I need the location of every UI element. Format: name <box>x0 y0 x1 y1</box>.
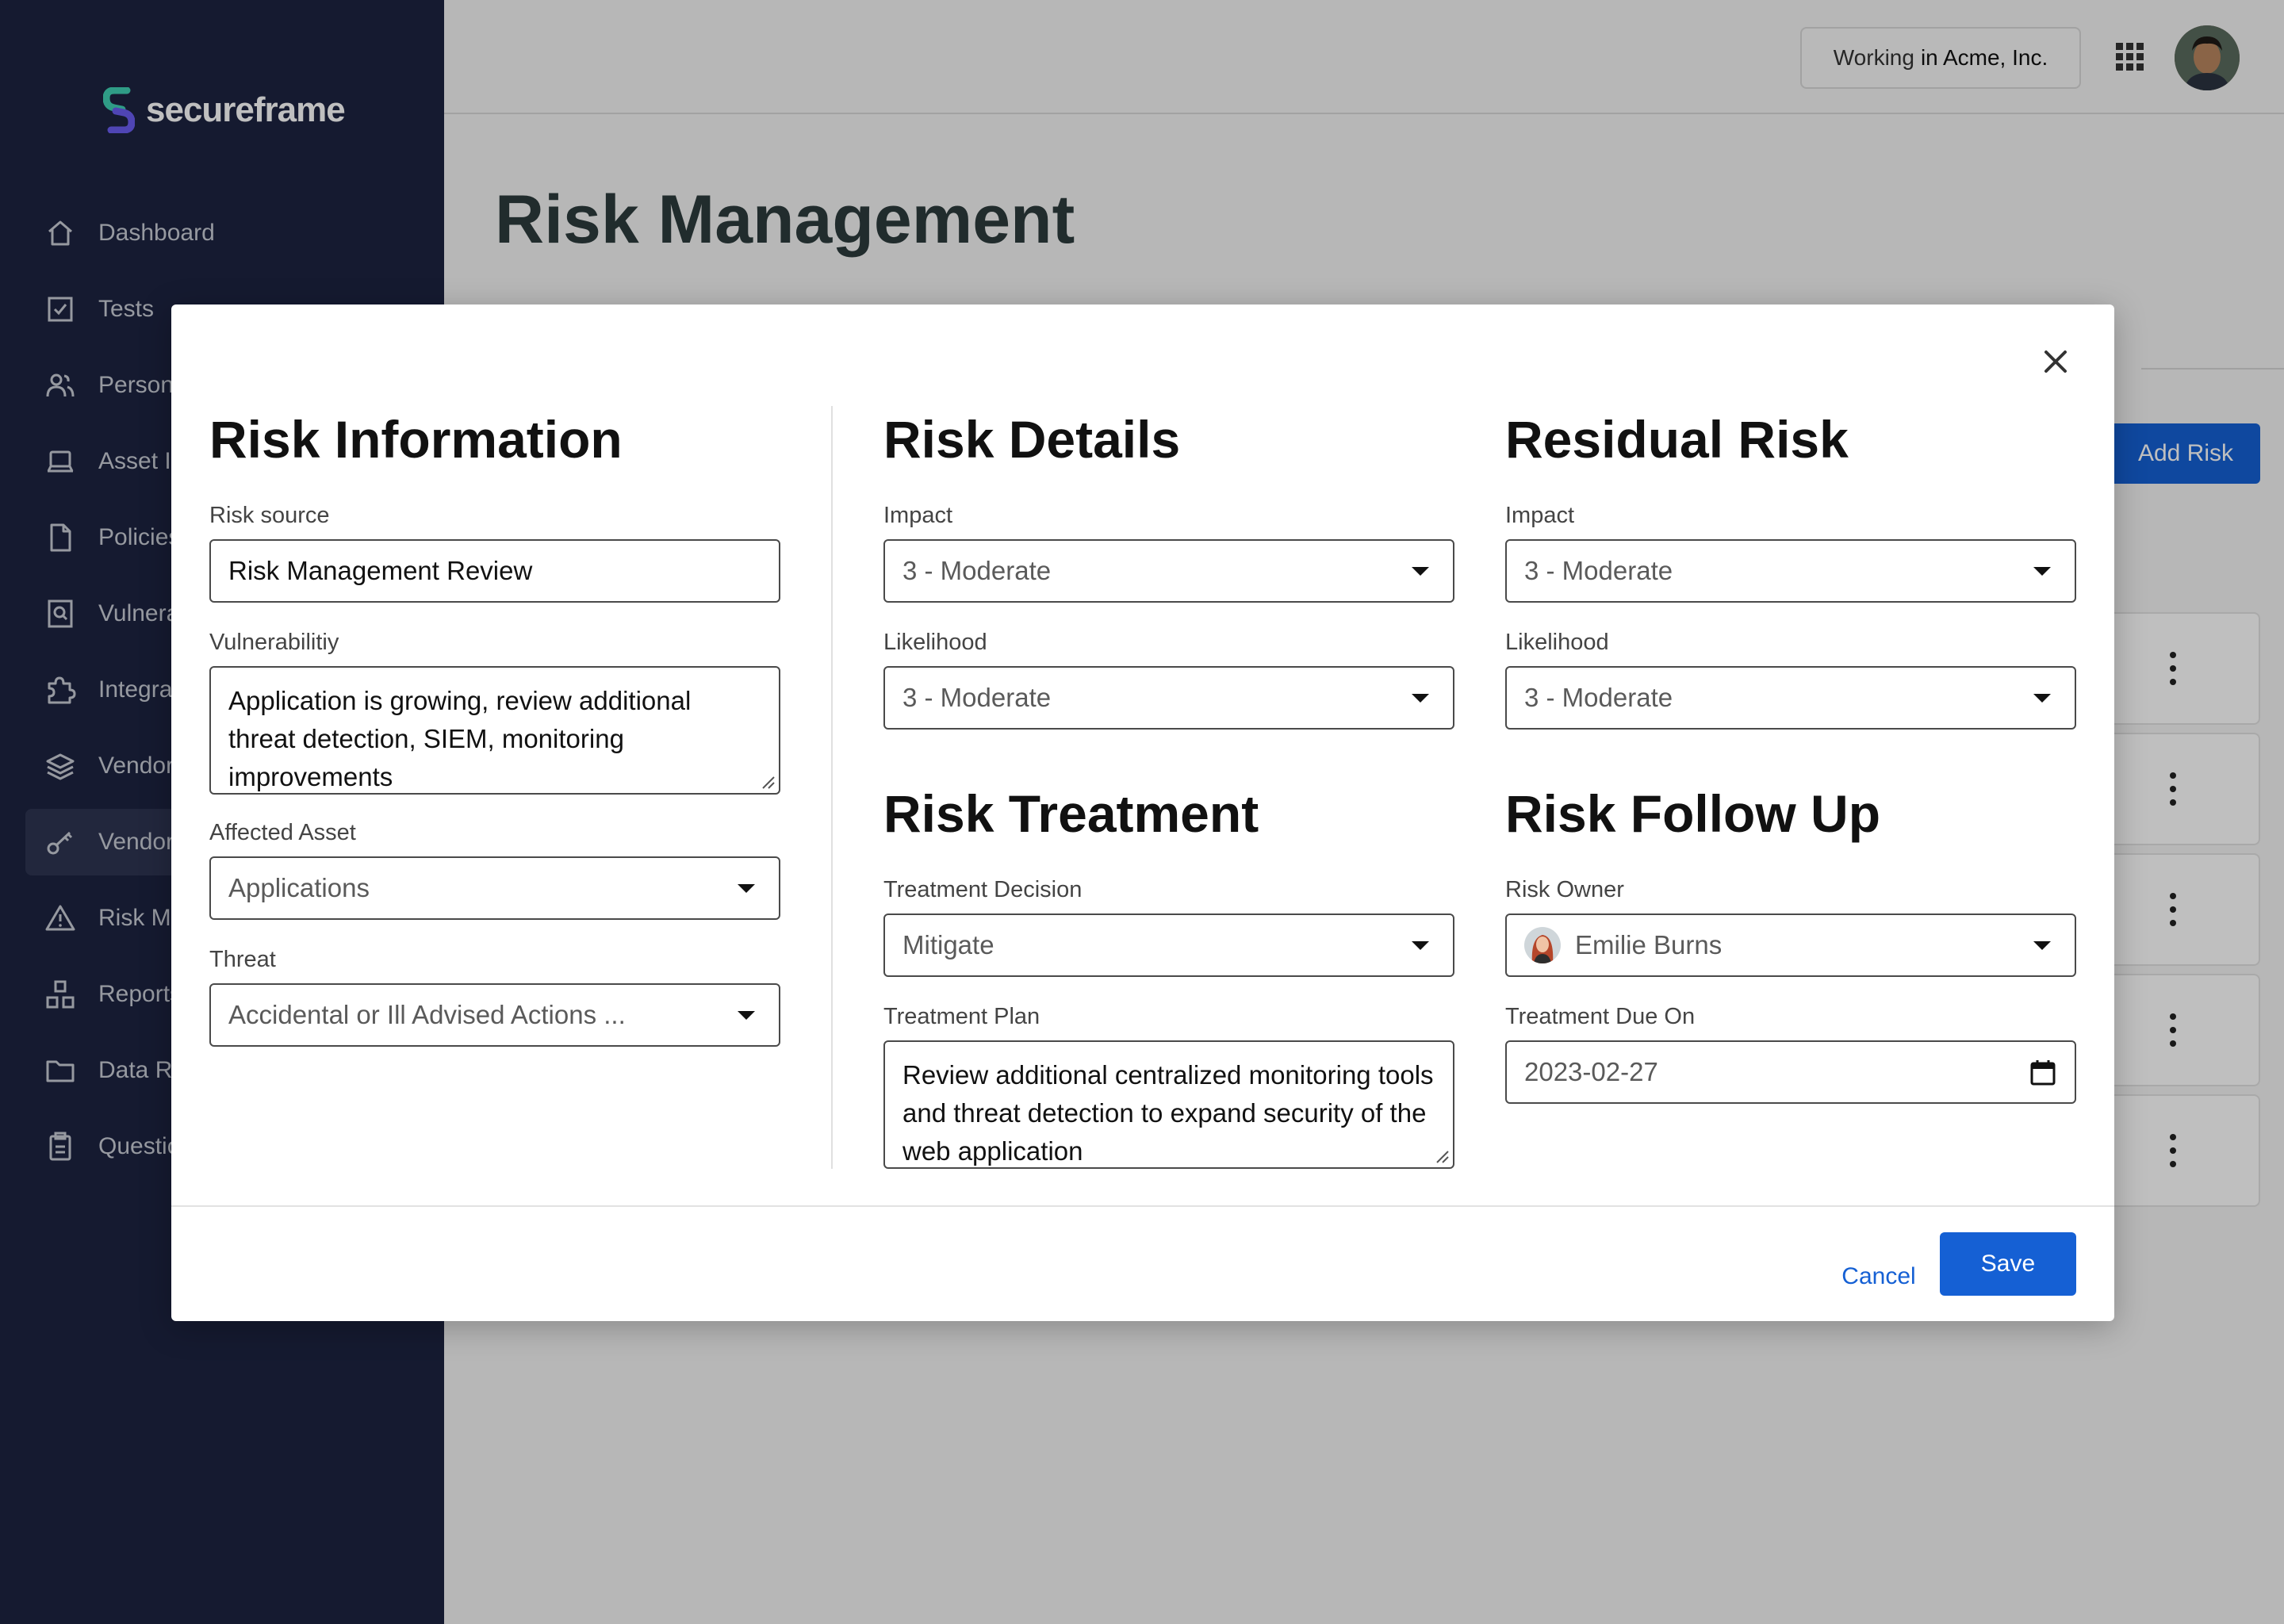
calendar-icon[interactable] <box>2029 1058 2057 1086</box>
risk-follow-up-title: Risk Follow Up <box>1505 784 1881 843</box>
caret-down-icon <box>738 883 755 893</box>
impact-select[interactable]: 3 - Moderate <box>883 539 1454 603</box>
modal-footer-divider <box>171 1205 2114 1207</box>
risk-details-title: Risk Details <box>883 410 1181 469</box>
owner-avatar <box>1524 927 1561 963</box>
threat-select[interactable]: Accidental or Ill Advised Actions ... <box>209 983 780 1047</box>
risk-treatment-title: Risk Treatment <box>883 784 1259 843</box>
risk-owner-label: Risk Owner <box>1505 877 1624 902</box>
likelihood-select[interactable]: 3 - Moderate <box>883 666 1454 730</box>
residual-likelihood-label: Likelihood <box>1505 630 1609 655</box>
save-button[interactable]: Save <box>1940 1232 2076 1296</box>
impact-label: Impact <box>883 503 953 528</box>
edit-risk-modal: Risk Information Risk source Risk Manage… <box>171 304 2114 1321</box>
affected-asset-value: Applications <box>228 873 370 902</box>
caret-down-icon <box>2033 566 2051 576</box>
caret-down-icon <box>2033 693 2051 703</box>
treatment-plan-textarea[interactable]: Review additional centralized monitoring… <box>883 1040 1454 1169</box>
residual-impact-select[interactable]: 3 - Moderate <box>1505 539 2076 603</box>
affected-asset-select[interactable]: Applications <box>209 856 780 920</box>
owner-avatar-image <box>1524 927 1561 963</box>
residual-impact-label: Impact <box>1505 503 1575 528</box>
residual-impact-value: 3 - Moderate <box>1524 556 1673 585</box>
column-divider <box>831 406 833 1169</box>
vulnerability-label: Vulnerabilitiy <box>209 630 339 655</box>
threat-label: Threat <box>209 947 276 972</box>
likelihood-label: Likelihood <box>883 630 987 655</box>
caret-down-icon <box>2033 940 2051 950</box>
cancel-button[interactable]: Cancel <box>1815 1245 1943 1308</box>
risk-owner-value: Emilie Burns <box>1575 930 1723 959</box>
caret-down-icon <box>738 1010 755 1020</box>
risk-source-value: Risk Management Review <box>228 556 533 585</box>
affected-asset-label: Affected Asset <box>209 820 356 845</box>
treatment-decision-label: Treatment Decision <box>883 877 1083 902</box>
caret-down-icon <box>1412 940 1429 950</box>
residual-risk-title: Residual Risk <box>1505 410 1849 469</box>
risk-source-input[interactable]: Risk Management Review <box>209 539 780 603</box>
treatment-plan-value: Review additional centralized monitoring… <box>902 1060 1434 1166</box>
caret-down-icon <box>1412 566 1429 576</box>
treatment-due-value: 2023-02-27 <box>1524 1057 1658 1086</box>
likelihood-value: 3 - Moderate <box>902 683 1052 712</box>
treatment-due-date-input[interactable]: 2023-02-27 <box>1505 1040 2076 1104</box>
risk-information-title: Risk Information <box>209 410 623 469</box>
threat-value: Accidental or Ill Advised Actions ... <box>228 1000 626 1029</box>
treatment-decision-select[interactable]: Mitigate <box>883 914 1454 977</box>
resize-handle-icon[interactable] <box>758 772 776 790</box>
residual-likelihood-select[interactable]: 3 - Moderate <box>1505 666 2076 730</box>
close-icon[interactable] <box>2038 344 2073 379</box>
treatment-decision-value: Mitigate <box>902 930 994 959</box>
caret-down-icon <box>1412 693 1429 703</box>
treatment-plan-label: Treatment Plan <box>883 1004 1040 1029</box>
risk-owner-select[interactable]: Emilie Burns <box>1505 914 2076 977</box>
residual-likelihood-value: 3 - Moderate <box>1524 683 1673 712</box>
vulnerability-value: Application is growing, review additiona… <box>228 686 692 791</box>
vulnerability-textarea[interactable]: Application is growing, review additiona… <box>209 666 780 795</box>
impact-value: 3 - Moderate <box>902 556 1052 585</box>
treatment-due-label: Treatment Due On <box>1505 1004 1696 1029</box>
risk-source-label: Risk source <box>209 503 330 528</box>
resize-handle-icon[interactable] <box>1432 1147 1450 1164</box>
